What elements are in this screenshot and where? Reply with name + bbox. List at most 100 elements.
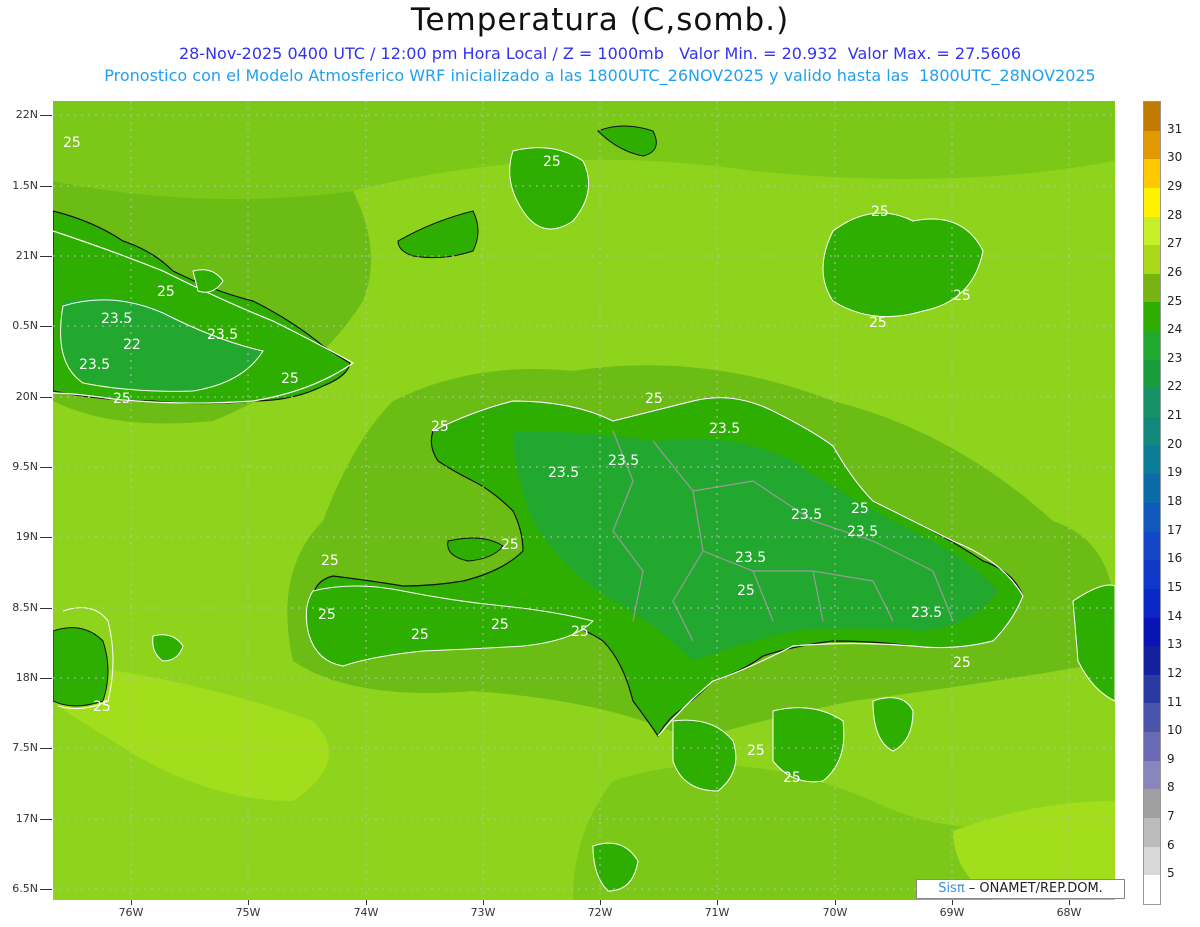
contour-label: 23.5: [709, 421, 740, 437]
colorbar-label: 13: [1167, 637, 1183, 652]
contour-label: 25: [851, 501, 869, 517]
credit-brand: Sisπ: [938, 881, 965, 896]
x-axis-label: 75W: [235, 906, 261, 919]
colorbar-label: 28: [1167, 207, 1183, 222]
colorbar: [1143, 101, 1161, 905]
y-axis-tick: [40, 256, 52, 257]
contour-label: 25: [157, 284, 175, 300]
y-axis-tick: [40, 537, 52, 538]
contour-label: 23.5: [207, 327, 238, 343]
contour-label: 25: [281, 371, 299, 387]
colorbar-swatch: [1144, 846, 1160, 876]
contour-label: 25: [871, 204, 889, 220]
temperature-map[interactable]: 25 25 25 23.5 22 23.5 23.5 25 25 25 25 2…: [53, 101, 1115, 900]
y-axis-label: 17N: [15, 812, 38, 825]
contour-label: 25: [645, 391, 663, 407]
contour-label: 25: [953, 288, 971, 304]
y-axis-tick: [40, 819, 52, 820]
colorbar-label: 6: [1167, 837, 1175, 852]
contour-label: 23.5: [548, 465, 579, 481]
y-axis-tick: [40, 678, 52, 679]
x-axis-tick: [248, 900, 249, 905]
y-axis-label: 1.5N: [12, 179, 38, 192]
colorbar-swatch: [1144, 273, 1160, 303]
contour-label: 25: [869, 315, 887, 331]
colorbar-label: 20: [1167, 436, 1183, 451]
y-axis-tick: [40, 889, 52, 890]
contour-label: 23.5: [79, 357, 110, 373]
colorbar-label: 9: [1167, 751, 1175, 766]
colorbar-label: 11: [1167, 694, 1183, 709]
colorbar-label: 7: [1167, 809, 1175, 824]
colorbar-swatch: [1144, 302, 1160, 332]
contour-label: 23.5: [101, 311, 132, 327]
colorbar-label: 24: [1167, 322, 1183, 337]
colorbar-swatch: [1144, 187, 1160, 217]
colorbar-swatch: [1144, 617, 1160, 647]
subtitle-model-info: Pronostico con el Modelo Atmosferico WRF…: [104, 66, 1096, 85]
y-axis-tick: [40, 467, 52, 468]
x-axis-label: 72W: [587, 906, 613, 919]
colorbar-label: 31: [1167, 121, 1183, 136]
colorbar-swatch: [1144, 130, 1160, 160]
colorbar-swatch: [1144, 789, 1160, 819]
y-axis-label: 20N: [15, 390, 38, 403]
x-axis-tick: [600, 900, 601, 905]
contour-label: 23.5: [735, 550, 766, 566]
x-axis-tick: [131, 900, 132, 905]
x-axis-tick: [952, 900, 953, 905]
y-axis-label: 0.5N: [12, 319, 38, 332]
contour-label: 25: [411, 627, 429, 643]
colorbar-swatch: [1144, 359, 1160, 389]
contour-label: 25: [93, 699, 111, 715]
x-axis-label: 71W: [704, 906, 730, 919]
contour-label: 25: [318, 607, 336, 623]
contour-label: 25: [63, 135, 81, 151]
y-axis-tick: [40, 186, 52, 187]
contour-label: 22: [123, 337, 141, 353]
credit-box: Sisπ – ONAMET/REP.DOM.: [916, 879, 1125, 899]
x-axis-label: 74W: [353, 906, 379, 919]
contour-label: 25: [543, 154, 561, 170]
y-axis-tick: [40, 326, 52, 327]
y-axis-label: 8.5N: [12, 601, 38, 614]
contour-label: 25: [571, 624, 589, 640]
colorbar-swatch: [1144, 531, 1160, 561]
x-axis-label: 73W: [470, 906, 496, 919]
colorbar-swatch: [1144, 560, 1160, 589]
y-axis-tick: [40, 608, 52, 609]
contour-label: 25: [431, 419, 449, 435]
colorbar-label: 29: [1167, 178, 1183, 193]
colorbar-label: 27: [1167, 236, 1183, 251]
colorbar-label: 14: [1167, 608, 1183, 623]
colorbar-label: 22: [1167, 379, 1183, 394]
contour-label: 25: [737, 583, 755, 599]
x-axis-tick: [835, 900, 836, 905]
colorbar-swatch: [1144, 588, 1160, 618]
colorbar-label: 26: [1167, 264, 1183, 279]
contour-label: 25: [501, 537, 519, 553]
colorbar-swatch: [1144, 703, 1160, 733]
x-axis-tick: [717, 900, 718, 905]
x-axis-label: 68W: [1056, 906, 1082, 919]
x-axis-tick: [366, 900, 367, 905]
x-axis-label: 76W: [118, 906, 144, 919]
y-axis-label: 9.5N: [12, 460, 38, 473]
colorbar-swatch: [1144, 732, 1160, 761]
y-axis-label: 21N: [15, 249, 38, 262]
colorbar-swatch: [1144, 245, 1160, 274]
y-axis-label: 6.5N: [12, 882, 38, 895]
contour-label: 23.5: [791, 507, 822, 523]
y-axis-label: 22N: [15, 108, 38, 121]
x-axis-label: 70W: [822, 906, 848, 919]
contour-label: 23.5: [911, 605, 942, 621]
colorbar-swatch: [1144, 474, 1160, 503]
contour-label: 25: [113, 391, 131, 407]
colorbar-swatch: [1144, 875, 1160, 904]
y-axis-label: 19N: [15, 530, 38, 543]
contour-label: 25: [491, 617, 509, 633]
colorbar-swatch: [1144, 674, 1160, 704]
y-axis-label: 18N: [15, 671, 38, 684]
chart-title: Temperatura (C,somb.): [410, 2, 790, 38]
jamaica-land: [53, 627, 109, 707]
